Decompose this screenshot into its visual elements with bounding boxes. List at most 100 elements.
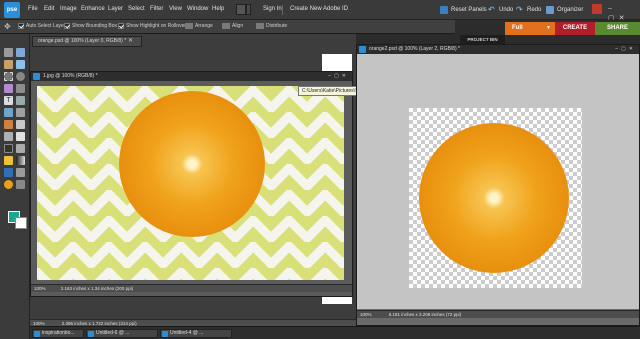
paint-bucket-tool-icon[interactable] [4,156,13,165]
tab-full-edit[interactable]: Full ▼ [505,22,555,35]
task-untitled-6[interactable]: Untitled-6 @ ... [86,329,158,338]
bounding-box-checkbox[interactable] [64,23,70,29]
reset-panels-label: Reset Panels [451,7,487,13]
align-option[interactable]: Align [222,23,243,29]
sponge-tool-icon[interactable] [4,180,13,189]
distribute-label: Distribute [266,23,288,29]
window-titlebar[interactable]: orange2.psd @ 100% (Layer 2, RGB/8) * –▢… [357,45,639,54]
window-controls[interactable]: –▢✕ [328,72,349,81]
menu-filter[interactable]: Filter [150,6,163,12]
align-icon [222,23,230,29]
blur-tool-icon[interactable] [16,168,25,177]
eraser-tool-icon[interactable] [16,132,25,141]
type-tool-icon[interactable]: T [4,96,13,105]
menu-view[interactable]: View [169,6,182,12]
clone-stamp-tool-icon[interactable] [4,132,13,141]
hand-tool-icon[interactable] [4,60,13,69]
straighten-tool-icon[interactable] [16,108,25,117]
task-label: Untitled-4 @ ... [170,330,204,336]
distribute-icon [256,23,264,29]
document-icon [34,331,40,337]
zoom-tool-icon[interactable] [16,48,25,57]
orange-slice-image [419,123,569,273]
crop-tool-icon[interactable] [16,96,25,105]
canvas-area [357,54,639,309]
move-tool-icon: ✥ [4,22,11,31]
redo-icon: ↷ [516,5,523,14]
tool-options-bar: ✥ Auto Select Layer Show Bounding Box Sh… [0,20,455,34]
selection-brush-tool-icon[interactable] [16,84,25,93]
auto-select-label: Auto Select Layer [26,23,66,29]
reset-panels-icon [440,6,448,14]
red-eye-tool-icon[interactable] [4,120,13,129]
redo-label: Redo [527,7,542,13]
workspace: orange.psd @ 100% (Layer 0, RGB/8) * ✕ 1… [30,34,356,339]
menu-enhance[interactable]: Enhance [81,6,105,12]
doc-tab-orange-psd[interactable]: orange.psd @ 100% (Layer 0, RGB/8) * [32,36,142,47]
status-bar-1-jpg: 100% 2.163 inches x 1.34 inches (200 ppi… [31,284,352,292]
menu-edit[interactable]: Edit [44,6,54,12]
shape-tool-icon[interactable] [4,168,13,177]
menu-select[interactable]: Select [128,6,145,12]
menu-window[interactable]: Window [187,6,208,12]
close-icon[interactable]: ✕ [128,37,133,44]
document-icon [359,46,366,53]
arrange-option[interactable]: Arrange [185,23,213,29]
tab-share[interactable]: SHARE [595,22,640,35]
smart-brush-tool-icon[interactable] [16,144,25,153]
window-controls[interactable]: –▢✕ [608,4,634,22]
status-bar-orange2-psd: 100% 5.181 inches x 3.208 inches (72 ppi… [357,310,639,318]
healing-brush-tool-icon[interactable] [16,120,25,129]
align-label: Align [232,23,244,29]
arrange-dropdown-icon[interactable] [246,4,251,15]
arrange-documents-icon[interactable] [236,4,246,15]
gradient-tool-icon[interactable] [16,156,25,165]
document-window-orange2-psd[interactable]: orange2.psd @ 100% (Layer 2, RGB/8) * –▢… [356,44,640,326]
pencil-tool-icon[interactable] [16,180,25,189]
organizer-button[interactable]: Organizer [546,6,583,14]
app-logo: pse [4,2,20,18]
lasso-tool-icon[interactable] [16,72,25,81]
zoom-level[interactable]: 100% [34,286,46,291]
distribute-option[interactable]: Distribute [256,23,287,29]
window-titlebar[interactable]: 1.jpg @ 100% (RGB/8) * –▢✕ [31,72,352,81]
menu-image[interactable]: Image [60,6,77,12]
reset-panels-button[interactable]: Reset Panels [440,6,487,14]
task-inspirationboard[interactable]: inspirationbo... [32,329,84,338]
move-tool-icon[interactable] [4,48,13,57]
show-highlight-option[interactable]: Show Highlight on Rollover [118,23,186,29]
auto-select-checkbox[interactable] [18,23,24,29]
arrange-label: Arrange [195,23,213,29]
arrange-icon [185,23,193,29]
undo-button[interactable]: ↶ Undo [488,6,513,14]
task-untitled-4[interactable]: Untitled-4 @ ... [160,329,232,338]
show-bounding-box-option[interactable]: Show Bounding Box [64,23,117,29]
marquee-tool-icon[interactable] [4,72,13,81]
transparent-canvas [409,108,582,288]
menu-file[interactable]: File [28,6,38,12]
bounding-box-label: Show Bounding Box [72,23,118,29]
document-window-1-jpg[interactable]: 1.jpg @ 100% (RGB/8) * –▢✕ 100% 2.163 in… [30,71,353,297]
zoom-level[interactable]: 100% [360,312,372,317]
home-icon[interactable] [592,4,602,14]
project-bin-button[interactable]: PROJECT BIN [460,35,505,44]
menu-layer[interactable]: Layer [108,6,123,12]
auto-select-layer-option[interactable]: Auto Select Layer [18,23,65,29]
magic-wand-tool-icon[interactable] [4,84,13,93]
toolbox: T [0,34,30,339]
sign-in-link[interactable]: Sign In [263,6,282,12]
create-adobe-id-link[interactable]: Create New Adobe ID [290,6,348,12]
brush-tool-icon[interactable] [4,144,13,153]
menu-help[interactable]: Help [212,6,224,12]
background-color-swatch[interactable] [15,217,27,229]
tab-create[interactable]: CREATE [555,22,595,35]
redo-button[interactable]: ↷ Redo [516,6,541,14]
highlight-label: Show Highlight on Rollover [126,23,187,29]
menu-bar: pse File Edit Image Enhance Layer Select… [0,0,640,22]
organizer-icon [546,6,554,14]
eyedropper-tool-icon[interactable] [16,60,25,69]
highlight-checkbox[interactable] [118,23,124,29]
window-controls[interactable]: –▢✕ [615,45,636,54]
cookie-cutter-tool-icon[interactable] [4,108,13,117]
task-label: inspirationbo... [42,330,75,336]
